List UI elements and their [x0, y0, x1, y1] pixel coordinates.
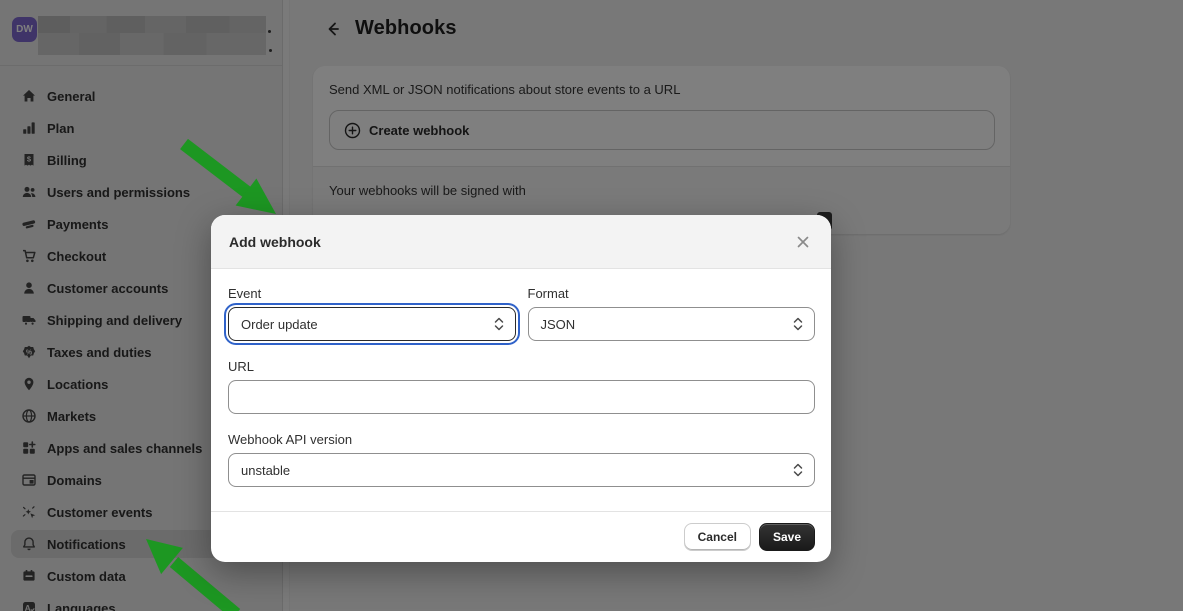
- event-select[interactable]: Order update: [228, 307, 516, 341]
- chevron-updown-icon: [493, 316, 505, 332]
- event-label: Event: [228, 286, 516, 301]
- format-label: Format: [528, 286, 816, 301]
- save-button[interactable]: Save: [759, 523, 815, 551]
- close-button[interactable]: [789, 228, 817, 256]
- format-select[interactable]: JSON: [528, 307, 816, 341]
- chevron-updown-icon: [792, 462, 804, 478]
- close-icon: [796, 235, 810, 249]
- event-select-value: Order update: [241, 317, 493, 332]
- format-select-value: JSON: [541, 317, 793, 332]
- add-webhook-modal: Add webhook Event Order update: [211, 215, 831, 562]
- modal-title: Add webhook: [229, 234, 789, 250]
- api-version-label: Webhook API version: [228, 432, 815, 447]
- cancel-button[interactable]: Cancel: [684, 523, 751, 551]
- modal-footer: Cancel Save: [211, 511, 831, 562]
- chevron-updown-icon: [792, 316, 804, 332]
- api-version-select-value: unstable: [241, 463, 792, 478]
- modal-header: Add webhook: [211, 215, 831, 269]
- url-label: URL: [228, 359, 815, 374]
- settings-page: DW GeneralPlan$BillingUsers and permissi…: [0, 0, 1183, 611]
- api-version-select[interactable]: unstable: [228, 453, 815, 487]
- url-input[interactable]: [228, 380, 815, 414]
